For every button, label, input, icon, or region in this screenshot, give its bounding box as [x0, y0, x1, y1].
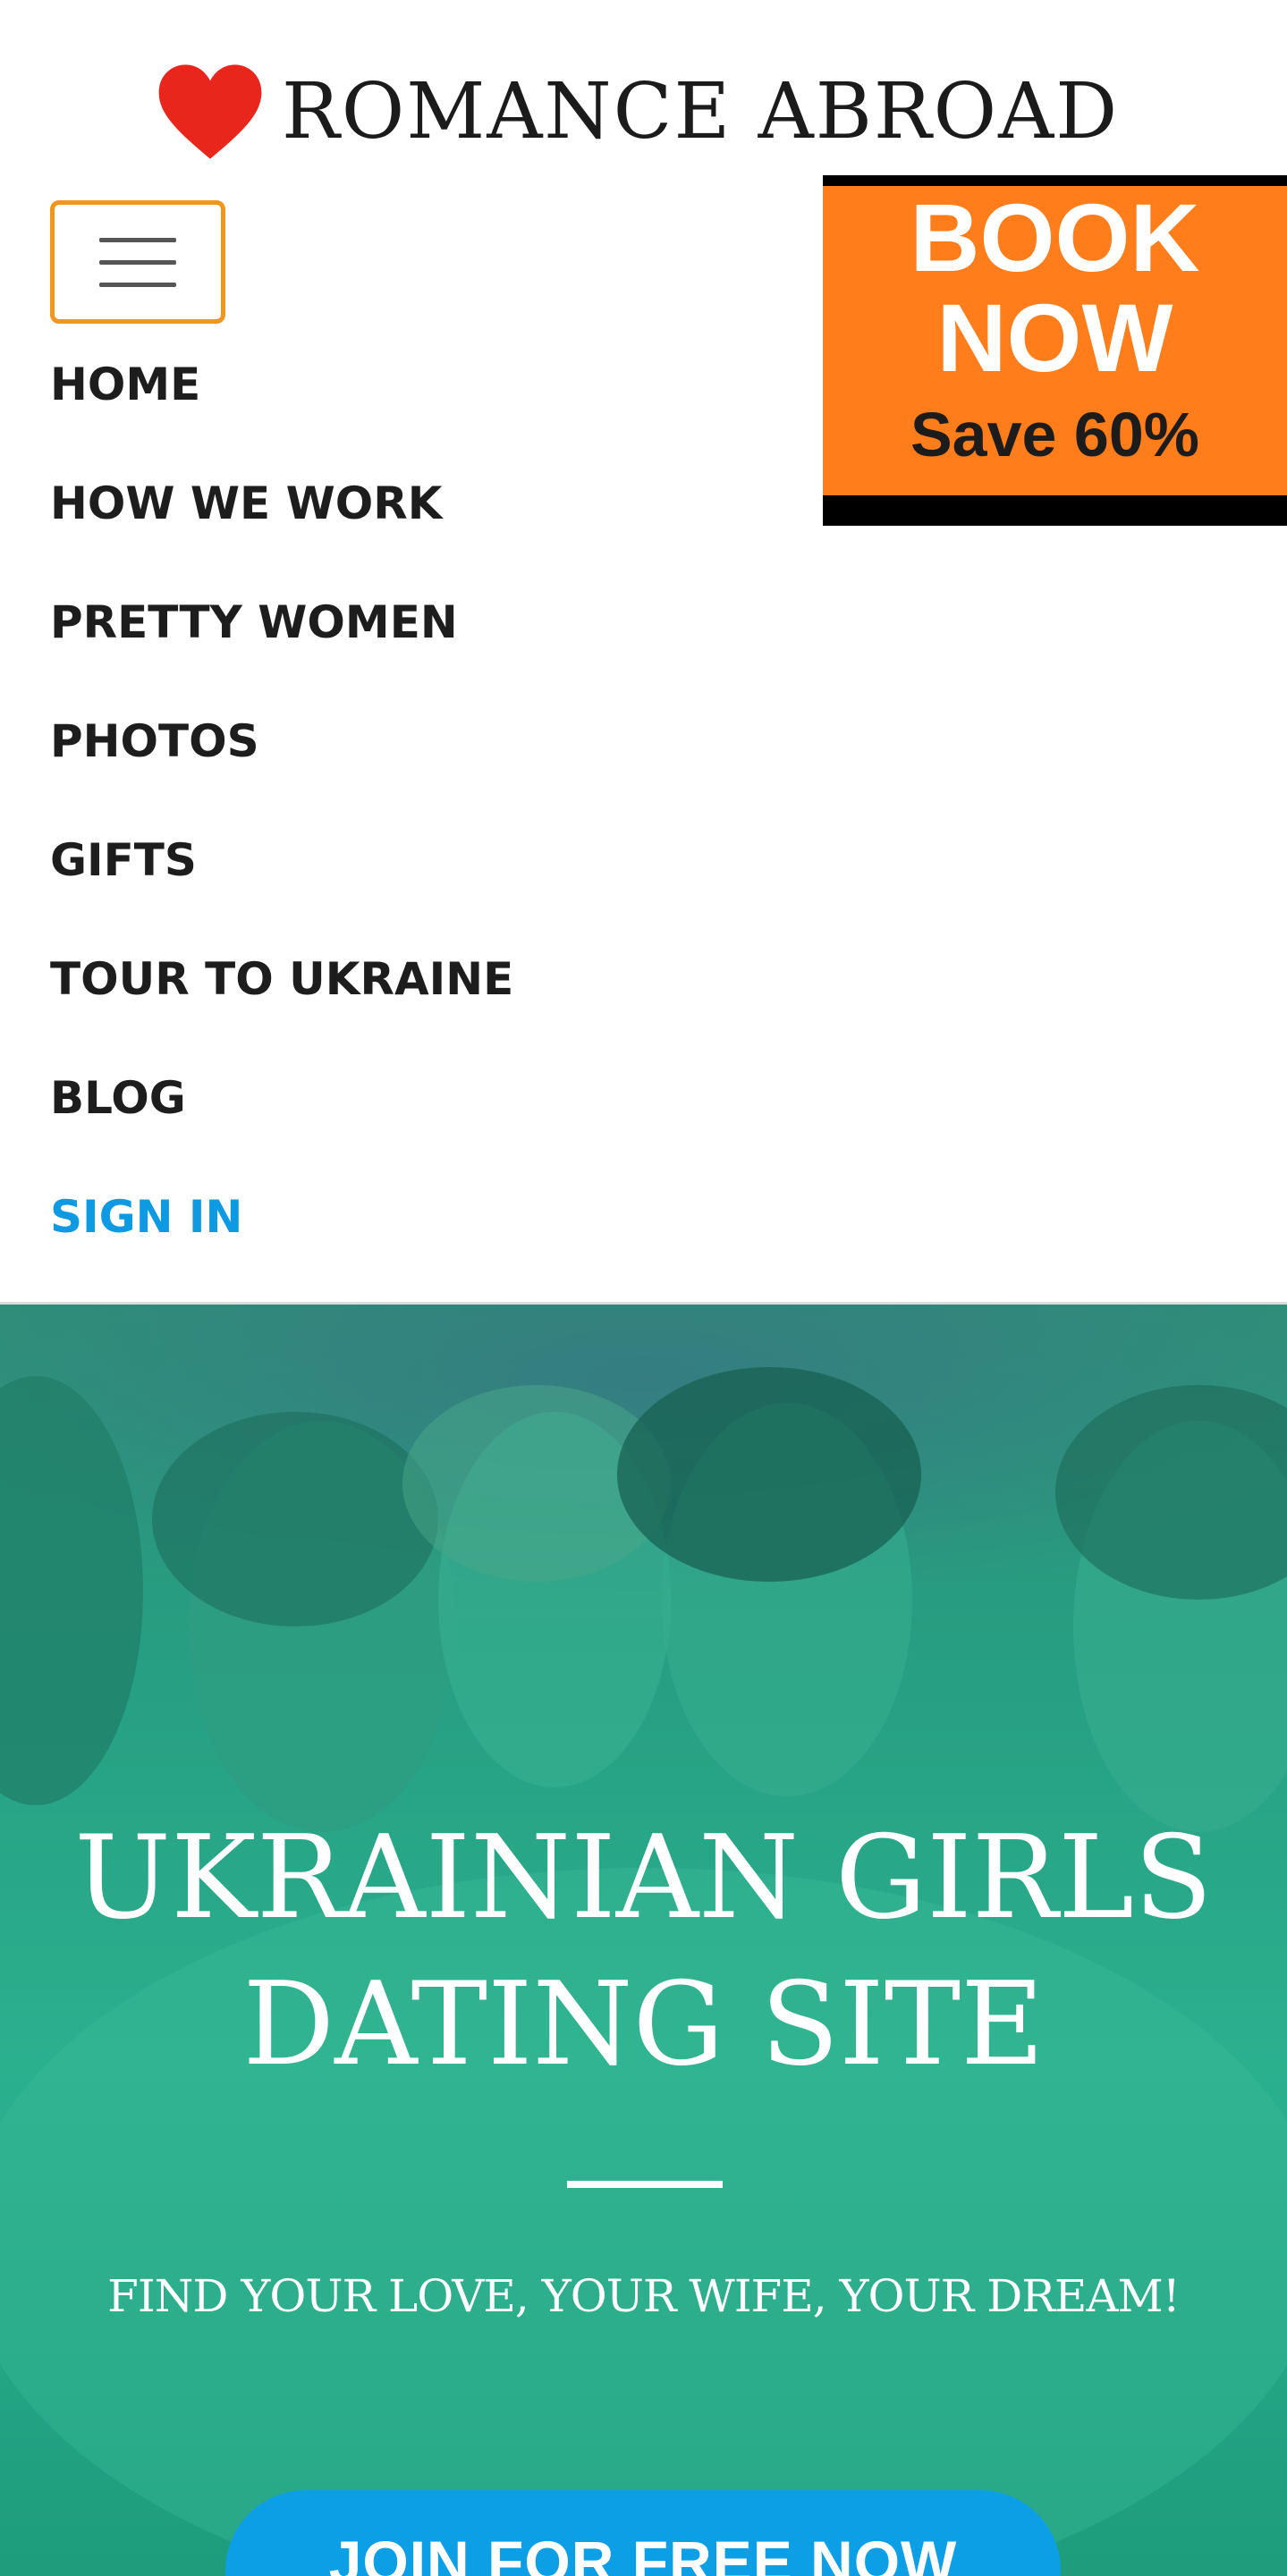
nav-item-tour-to-ukraine[interactable]: TOUR TO UKRAINE — [50, 943, 513, 1062]
hero-divider — [567, 2181, 723, 2188]
nav-item-how-we-work[interactable]: HOW WE WORK — [50, 468, 513, 587]
hero-title: UKRAINIAN GIRLS DATING SITE — [0, 1805, 1287, 2099]
hero-title-line-1: UKRAINIAN GIRLS — [74, 1812, 1213, 1945]
now-label: NOW — [936, 283, 1173, 392]
heart-icon — [158, 64, 262, 159]
hero-section: UKRAINIAN GIRLS DATING SITE FIND YOUR LO… — [0, 1305, 1287, 2576]
book-now-banner[interactable]: BOOK NOW Save 60% — [823, 175, 1287, 526]
book-label: BOOK — [910, 183, 1200, 291]
nav-item-pretty-women[interactable]: PRETTY WOMEN — [50, 587, 513, 705]
hamburger-line — [99, 237, 176, 242]
hero-subtitle: FIND YOUR LOVE, YOUR WIFE, YOUR DREAM! — [107, 2270, 1181, 2322]
hamburger-line — [99, 282, 176, 287]
nav-item-home[interactable]: HOME — [50, 349, 513, 468]
nav-item-gifts[interactable]: GIFTS — [50, 824, 513, 943]
discount-label: Save 60% — [910, 400, 1200, 469]
site-logo[interactable]: ROMANCE ABROAD — [157, 63, 1119, 161]
hamburger-line — [99, 259, 176, 265]
nav-item-blog[interactable]: BLOG — [50, 1062, 513, 1181]
nav-item-photos[interactable]: PHOTOS — [50, 705, 513, 824]
main-nav: HOME HOW WE WORK PRETTY WOMEN PHOTOS GIF… — [50, 349, 513, 1300]
join-free-button[interactable]: JOIN FOR FREE NOW — [225, 2490, 1061, 2576]
menu-toggle-button[interactable] — [50, 200, 225, 324]
hero-title-line-2: DATING SITE — [242, 1958, 1045, 2091]
nav-item-sign-in[interactable]: SIGN IN — [50, 1181, 513, 1300]
brand-name: ROMANCE ABROAD — [282, 67, 1120, 156]
